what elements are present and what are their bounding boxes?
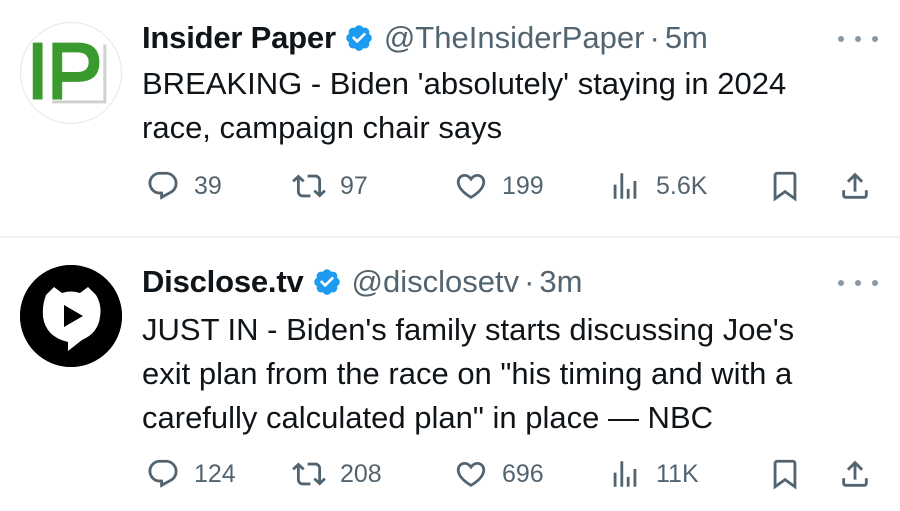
disclosetv-logo xyxy=(20,265,122,367)
share-icon xyxy=(842,460,868,487)
tweet-header: Insider Paper @TheInsiderPaper · 5m xyxy=(142,18,708,58)
share-button[interactable] xyxy=(838,166,872,206)
repost-count: 97 xyxy=(340,171,368,200)
avatar[interactable] xyxy=(20,265,122,367)
verified-badge-icon xyxy=(312,267,342,297)
handle[interactable]: @TheInsiderPaper xyxy=(384,20,645,56)
verified-badge-icon xyxy=(344,23,374,53)
repost-count: 208 xyxy=(340,459,382,488)
like-button[interactable]: 199 xyxy=(454,166,544,206)
bookmark-button[interactable] xyxy=(768,454,802,494)
view-count: 11K xyxy=(656,459,699,488)
timestamp[interactable]: 3m xyxy=(539,264,582,300)
view-count: 5.6K xyxy=(656,171,708,200)
repost-button[interactable]: 208 xyxy=(292,454,382,494)
separator: · xyxy=(524,264,535,299)
views-icon xyxy=(613,461,637,487)
reply-button[interactable]: 124 xyxy=(146,454,236,494)
bookmark-icon xyxy=(773,171,797,202)
reply-count: 124 xyxy=(194,459,236,488)
views-button[interactable]: 11K xyxy=(608,454,699,494)
action-bar: 124 208 696 11K xyxy=(142,454,882,494)
reply-button[interactable]: 39 xyxy=(146,166,222,206)
views-button[interactable]: 5.6K xyxy=(608,166,707,206)
repost-button[interactable]: 97 xyxy=(292,166,368,206)
heart-icon xyxy=(456,173,486,199)
share-button[interactable] xyxy=(838,454,872,494)
repost-icon xyxy=(292,462,326,486)
more-icon[interactable] xyxy=(838,273,878,293)
timestamp[interactable]: 5m xyxy=(665,20,708,56)
like-button[interactable]: 696 xyxy=(454,454,544,494)
tweet-text: BREAKING - Biden 'absolutely' staying in… xyxy=(142,66,787,145)
avatar[interactable] xyxy=(20,22,122,124)
views-icon xyxy=(613,173,637,199)
tweet[interactable]: Insider Paper @TheInsiderPaper · 5m BREA… xyxy=(0,0,900,236)
reply-count: 39 xyxy=(194,171,222,200)
display-name[interactable]: Insider Paper xyxy=(142,20,336,56)
heart-icon xyxy=(456,461,486,487)
reply-icon xyxy=(148,171,178,200)
separator: · xyxy=(649,20,660,55)
like-count: 696 xyxy=(502,459,544,488)
tweet-text: JUST IN - Biden's family starts discussi… xyxy=(142,312,795,435)
share-icon xyxy=(842,172,868,199)
tweet-header: Disclose.tv @disclosetv · 3m xyxy=(142,262,583,302)
bookmark-icon xyxy=(773,459,797,490)
bookmark-button[interactable] xyxy=(768,166,802,206)
reply-icon xyxy=(148,459,178,488)
handle[interactable]: @disclosetv xyxy=(352,264,520,300)
repost-icon xyxy=(292,174,326,198)
like-count: 199 xyxy=(502,171,544,200)
action-bar: 39 97 199 5.6K xyxy=(142,166,882,206)
display-name[interactable]: Disclose.tv xyxy=(142,264,304,300)
insider-paper-logo xyxy=(32,42,107,104)
more-icon[interactable] xyxy=(838,29,878,49)
tweet[interactable]: Disclose.tv @disclosetv · 3m JUST IN - B… xyxy=(0,238,900,511)
